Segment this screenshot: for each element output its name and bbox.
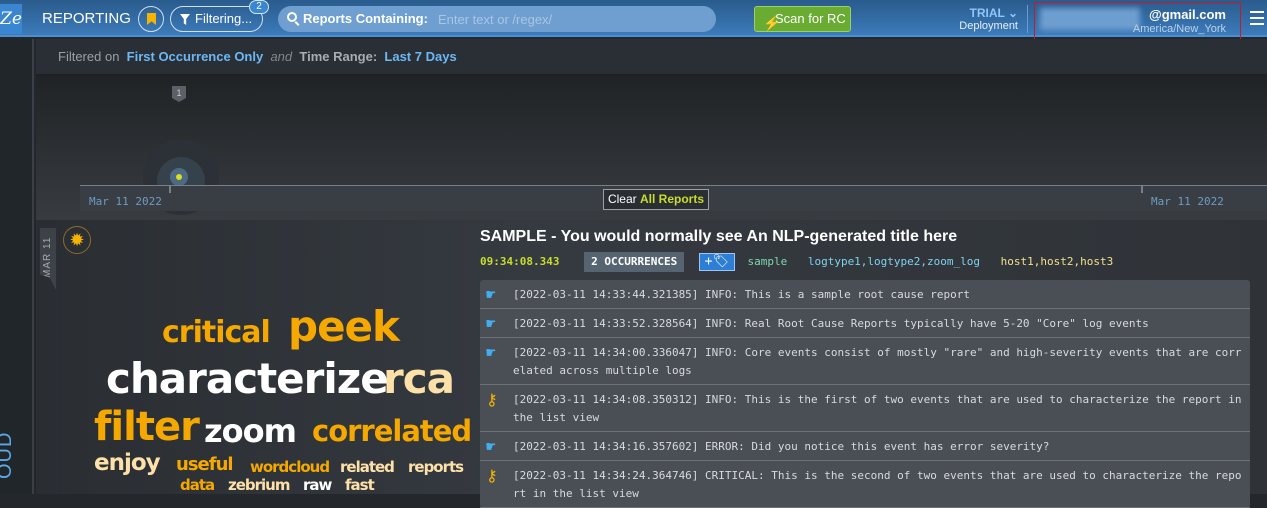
log-text: [2022-03-11 14:33:52.328564] INFO: Real … xyxy=(513,317,1149,330)
word: zebrium xyxy=(228,476,290,494)
log-text: [2022-03-11 14:34:16.357602] ERROR: Did … xyxy=(513,440,1050,453)
log-row[interactable]: ⚷ [2022-03-11 14:34:08.350312] INFO: This… xyxy=(480,385,1250,432)
report-time: 09:34:08.343 xyxy=(480,255,560,268)
clear-target: All Reports xyxy=(640,192,705,206)
pointing-hand-icon: ☛ xyxy=(486,285,496,304)
sun-icon[interactable]: ✹ xyxy=(63,226,91,254)
pointing-hand-icon: ☛ xyxy=(486,314,496,333)
filter-count-badge: 2 xyxy=(249,0,269,14)
top-bar: Ze REPORTING Filtering... 2 Reports Cont… xyxy=(0,0,1267,43)
log-text: [2022-03-11 14:33:44.321385] INFO: This … xyxy=(513,288,970,301)
filter-first-occurrence[interactable]: First Occurrence Only xyxy=(127,49,264,64)
axis-tick xyxy=(1141,185,1143,193)
clear-all-reports-button[interactable]: Clear All Reports xyxy=(603,189,709,210)
filter-summary: Filtered on First Occurrence Only and Ti… xyxy=(36,39,1267,75)
scan-for-rc-button[interactable]: ⚡ Scan for RC xyxy=(754,6,851,32)
pointing-hand-icon: ☛ xyxy=(486,343,496,362)
time-range-label: Time Range: xyxy=(299,49,378,64)
search-icon xyxy=(287,12,297,22)
hamburger-menu-icon[interactable] xyxy=(1250,11,1264,29)
user-email: @gmail.com xyxy=(1149,7,1226,22)
bookmark-icon xyxy=(147,13,156,25)
report-logtypes: logtype1,logtype2,zoom_log xyxy=(807,255,981,268)
time-range-value[interactable]: Last 7 Days xyxy=(384,49,456,64)
filtering-label: Filtering... xyxy=(195,11,253,26)
funnel-icon xyxy=(180,14,190,25)
word: fast xyxy=(345,476,375,494)
lightning-icon: ⚡ xyxy=(763,15,781,31)
redacted-username xyxy=(1040,8,1140,30)
bookmark-button[interactable] xyxy=(138,6,164,32)
occurrences-button[interactable]: 2 OCCURRENCES xyxy=(584,252,685,272)
report-title[interactable]: SAMPLE - You would normally see An NLP-g… xyxy=(480,228,957,246)
word: filter xyxy=(94,404,200,450)
log-text: [2022-03-11 14:34:24.364746] CRITICAL: T… xyxy=(513,469,1242,500)
pointing-hand-icon: ☛ xyxy=(486,437,496,456)
log-row[interactable]: ☛ [2022-03-11 14:33:44.321385] INFO: This… xyxy=(480,280,1250,309)
word: correlated xyxy=(312,414,472,448)
filter-joiner: and xyxy=(270,49,293,64)
deployment-label: Deployment xyxy=(959,20,1018,32)
report-card[interactable]: MAR 11 ✹ critical peek characterize rca … xyxy=(36,220,1267,508)
word: wordcloud xyxy=(250,458,330,476)
word: reports xyxy=(408,458,464,476)
search-input[interactable] xyxy=(438,9,708,29)
scan-label: Scan for RC xyxy=(775,11,846,26)
log-event-list: ☛ [2022-03-11 14:33:44.321385] INFO: This… xyxy=(480,280,1250,508)
start-date-label: Mar 11 2022 xyxy=(89,195,162,208)
sidebar-label: OUD xyxy=(0,431,16,479)
log-row[interactable]: ☛ [2022-03-11 14:33:52.328564] INFO: Real… xyxy=(480,309,1250,338)
report-hosts: host1,host2,host3 xyxy=(1000,255,1114,268)
timeline-axis xyxy=(80,185,1267,186)
divider xyxy=(1027,5,1028,33)
report-count-pin[interactable]: 1 xyxy=(172,86,186,102)
word: related xyxy=(340,458,395,476)
date-tab-label: MAR 11 xyxy=(42,236,53,278)
timeline[interactable]: 1 Mar 11 2022 Mar 11 2022 Clear All Repo… xyxy=(36,75,1267,220)
word: characterize xyxy=(106,354,389,403)
log-text: [2022-03-11 14:34:08.350312] INFO: This … xyxy=(513,393,1242,424)
log-text: [2022-03-11 14:34:00.336047] INFO: Core … xyxy=(513,346,1242,377)
end-date-label: Mar 11 2022 xyxy=(1151,195,1224,208)
filter-prefix: Filtered on xyxy=(58,49,120,64)
word: useful xyxy=(176,454,234,475)
date-rail xyxy=(56,220,58,494)
word: peek xyxy=(288,302,400,351)
word: data xyxy=(180,476,215,494)
word: zoom xyxy=(204,412,297,450)
chevron-down-icon: ⌄ xyxy=(1007,6,1018,20)
log-row[interactable]: ☛ [2022-03-11 14:34:16.357602] ERROR: Did… xyxy=(480,432,1250,461)
report-tag: sample xyxy=(747,255,788,268)
word: rca xyxy=(383,354,455,403)
word: raw xyxy=(303,476,332,494)
search-bar: Reports Containing: xyxy=(278,6,716,32)
user-account[interactable]: @gmail.com America/New_York xyxy=(1034,2,1241,43)
logo[interactable]: Ze xyxy=(0,4,22,34)
log-row[interactable]: ☛ [2022-03-11 14:34:00.336047] INFO: Core… xyxy=(480,338,1250,385)
plan-label: TRIAL xyxy=(969,6,1005,20)
log-row[interactable]: ⚷ [2022-03-11 14:34:24.364746] CRITICAL: … xyxy=(480,461,1250,508)
app-title: REPORTING xyxy=(42,10,131,27)
user-timezone: America/New_York xyxy=(1132,23,1226,35)
axis-tick xyxy=(169,185,171,193)
key-icon: ⚷ xyxy=(486,390,498,409)
deployment-selector[interactable]: TRIAL ⌄ Deployment xyxy=(940,6,1018,32)
key-icon: ⚷ xyxy=(486,466,498,485)
date-tab: MAR 11 xyxy=(40,228,56,290)
search-label: Reports Containing: xyxy=(303,11,428,26)
report-meta: 09:34:08.343 2 OCCURRENCES +🏷 sample log… xyxy=(480,252,1113,272)
timeline-dot xyxy=(176,174,182,180)
word: critical xyxy=(162,315,271,350)
clear-prefix: Clear xyxy=(607,192,637,206)
word: enjoy xyxy=(94,450,161,476)
left-sidebar: OUD xyxy=(0,39,34,494)
add-tag-button[interactable]: +🏷 xyxy=(698,253,735,271)
